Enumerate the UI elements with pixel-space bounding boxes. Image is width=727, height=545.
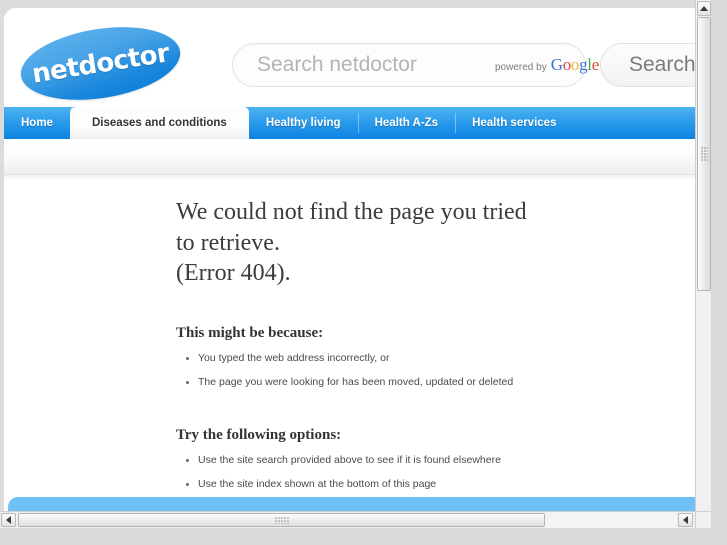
- triangle-left-icon: [683, 516, 688, 524]
- scroll-left-button-secondary[interactable]: [678, 513, 693, 527]
- nav-item-health-a-zs[interactable]: Health A-Zs: [357, 107, 455, 139]
- list-item: The page you were looking for has been m…: [186, 375, 711, 390]
- sub-navigation-bar: [4, 139, 711, 175]
- nav-item-healthy-living[interactable]: Healthy living: [249, 107, 358, 139]
- reasons-list: You typed the web address incorrectly, o…: [176, 351, 711, 390]
- nav-item-home[interactable]: Home: [4, 107, 70, 139]
- options-heading: Try the following options:: [176, 426, 342, 443]
- vertical-scroll-thumb[interactable]: [697, 17, 711, 291]
- horizontal-scrollbar[interactable]: [0, 511, 711, 528]
- powered-by-google: powered by Google™: [495, 55, 606, 75]
- error-title: We could not find the page you tried to …: [176, 199, 527, 287]
- google-logo-icon: Google: [550, 55, 600, 74]
- scrollbar-corner: [695, 511, 711, 528]
- powered-by-label: powered by: [495, 62, 547, 73]
- nav-item-diseases-and-conditions[interactable]: Diseases and conditions: [69, 107, 249, 139]
- nav-item-health-services[interactable]: Health services: [455, 107, 573, 139]
- logo-wordmark: netdoctor: [29, 37, 172, 90]
- site-header: netdoctor powered by Google™ Search: [4, 8, 711, 111]
- error-content: We could not find the page you tried to …: [4, 183, 711, 526]
- search-input[interactable]: [257, 53, 495, 77]
- main-navigation: Home Diseases and conditions Healthy liv…: [4, 107, 711, 139]
- vertical-scrollbar[interactable]: [695, 0, 711, 528]
- scroll-grip-icon: [701, 147, 708, 161]
- subnav-shadow: [4, 175, 711, 181]
- triangle-left-icon: [6, 516, 11, 524]
- search-box[interactable]: powered by Google™: [232, 43, 606, 87]
- scroll-up-button[interactable]: [697, 1, 711, 16]
- list-item: Use the site search provided above to se…: [186, 453, 711, 468]
- reasons-heading: This might be because:: [176, 325, 324, 342]
- page-viewport: netdoctor powered by Google™ Search Home…: [0, 0, 711, 528]
- horizontal-scroll-thumb[interactable]: [18, 513, 545, 527]
- site-container: netdoctor powered by Google™ Search Home…: [4, 8, 711, 528]
- scroll-left-button[interactable]: [1, 513, 16, 527]
- list-item: You typed the web address incorrectly, o…: [186, 351, 711, 366]
- triangle-up-icon: [700, 6, 708, 11]
- horizontal-scroll-track[interactable]: [546, 512, 677, 528]
- list-item: Use the site index shown at the bottom o…: [186, 477, 711, 492]
- netdoctor-logo[interactable]: netdoctor: [15, 16, 186, 111]
- scroll-grip-icon: [274, 517, 289, 524]
- browser-window: netdoctor powered by Google™ Search Home…: [0, 0, 727, 545]
